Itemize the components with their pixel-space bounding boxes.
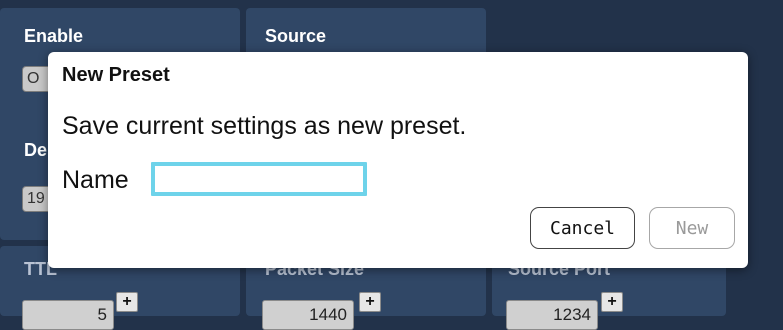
packet-size-increment-button[interactable]: + [359,292,381,312]
enable-label: Enable [24,26,84,46]
new-preset-dialog: New Preset Save current settings as new … [48,52,748,268]
dialog-message: Save current settings as new preset. [62,112,467,140]
ttl-increment-button[interactable]: + [116,292,138,312]
new-button[interactable]: New [649,207,735,249]
ttl-stepper-field[interactable]: 5 [22,300,114,330]
destination-label: De [24,140,48,160]
source-port-stepper-field[interactable]: 1234 [506,300,598,330]
dialog-title: New Preset [62,64,170,86]
preset-name-input[interactable] [151,162,367,196]
source-label: Source [265,26,327,46]
packet-size-stepper-field[interactable]: 1440 [262,300,354,330]
cancel-button[interactable]: Cancel [530,207,635,249]
name-label: Name [62,166,129,194]
source-port-increment-button[interactable]: + [601,292,623,312]
